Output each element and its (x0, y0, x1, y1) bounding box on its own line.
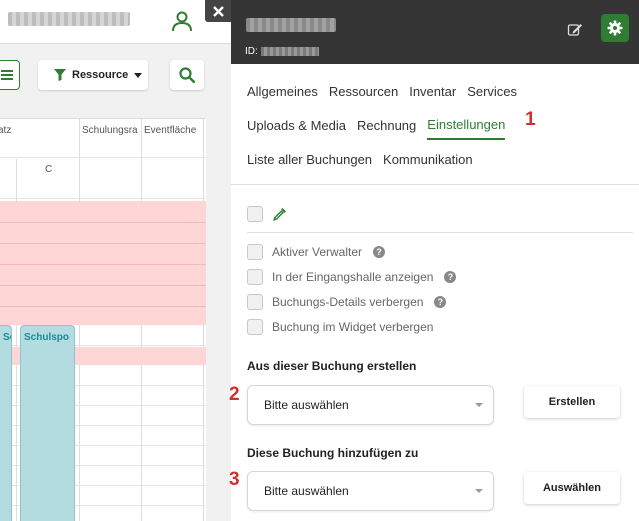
checkbox-box[interactable] (247, 269, 263, 285)
booking-id-label: ID: (245, 46, 258, 57)
annotation-marker-2: 2 (229, 384, 240, 405)
checkbox-aktiver-verwalter[interactable]: Aktiver Verwalter ? (247, 243, 386, 261)
close-icon (212, 5, 224, 17)
search-icon (179, 67, 195, 83)
help-icon[interactable]: ? (373, 246, 386, 258)
sub-column-header: C (45, 164, 53, 175)
eyedropper-icon[interactable] (273, 207, 287, 221)
help-icon[interactable]: ? (444, 271, 457, 283)
color-checkbox[interactable] (247, 206, 263, 222)
column-header: Eventfläche (144, 125, 197, 136)
help-icon[interactable]: ? (434, 296, 447, 308)
panel-header: ID: (231, 0, 639, 64)
menu-button[interactable] (0, 60, 20, 90)
background-app: Ressource atz Schulungsra Eventfläche C (0, 0, 231, 521)
caret-down-icon (475, 489, 483, 493)
blurred-booking-id (261, 47, 319, 56)
create-button[interactable]: Erstellen (524, 386, 620, 418)
add-to-select[interactable]: Bitte auswählen (247, 471, 494, 511)
checkbox-label: Buchungs-Details verbergen (272, 295, 424, 309)
select-value: Bitte auswählen (264, 398, 349, 412)
hamburger-icon (1, 70, 13, 80)
grid-row-line (0, 198, 206, 199)
create-section-title: Aus dieser Buchung erstellen (247, 359, 417, 373)
tab-kommunikation[interactable]: Kommunikation (383, 146, 473, 173)
add-section-title: Diese Buchung hinzufügen zu (247, 446, 419, 460)
create-from-select[interactable]: Bitte auswählen (247, 385, 494, 425)
close-panel-button[interactable] (205, 0, 231, 22)
grid-row-line (0, 157, 206, 158)
search-button[interactable] (170, 60, 204, 90)
grid-row-line (0, 306, 206, 307)
grid-row-line (0, 285, 206, 286)
select-value: Bitte auswählen (264, 484, 349, 498)
checkbox-box[interactable] (247, 319, 263, 335)
checkbox-box[interactable] (247, 294, 263, 310)
booking-block[interactable]: Schulspo (20, 325, 75, 521)
panel-tabs: Allgemeines Ressourcen Inventar Services… (247, 74, 627, 176)
booking-detail-panel: ID: Allgemeines Ressourcen Inventar Serv… (229, 0, 639, 521)
column-header: Schulungsra (82, 125, 138, 136)
divider (247, 232, 633, 233)
blurred-booking-title (246, 18, 336, 32)
select-button[interactable]: Auswählen (524, 472, 620, 504)
grid-row-line (0, 243, 206, 244)
grid-row-line (0, 264, 206, 265)
tab-row: Liste aller Buchungen Kommunikation (247, 142, 627, 176)
tab-rechnung[interactable]: Rechnung (357, 112, 416, 139)
divider (231, 184, 639, 185)
tab-inventar[interactable]: Inventar (409, 78, 456, 105)
blurred-title (8, 12, 130, 26)
tab-row: Uploads & Media Rechnung Einstellungen (247, 108, 627, 142)
background-topbar (0, 0, 231, 44)
background-toolbar: Ressource (0, 44, 206, 118)
booking-label: Schulspo (24, 332, 70, 343)
caret-down-icon (134, 72, 143, 78)
calendar-grid: atz Schulungsra Eventfläche C Schulspo S… (0, 118, 206, 521)
checkbox-label: Buchung im Widget verbergen (272, 320, 434, 334)
caret-down-icon (475, 403, 483, 407)
tab-allgemeines[interactable]: Allgemeines (247, 78, 318, 105)
color-setting-row (247, 204, 287, 224)
settings-button[interactable] (601, 14, 629, 42)
tab-einstellungen[interactable]: Einstellungen (427, 111, 506, 140)
tab-uploads-media[interactable]: Uploads & Media (247, 112, 346, 139)
tab-ressourcen[interactable]: Ressourcen (329, 78, 398, 105)
checkbox-eingangshalle[interactable]: In der Eingangshalle anzeigen ? (247, 268, 457, 286)
annotation-marker-1: 1 (525, 109, 536, 130)
booking-block[interactable]: Schulspo (0, 325, 12, 521)
checkbox-widget-verbergen[interactable]: Buchung im Widget verbergen (247, 318, 433, 336)
annotation-marker-3: 3 (229, 469, 240, 490)
resource-filter-button[interactable]: Ressource (38, 60, 148, 90)
checkbox-box[interactable] (247, 244, 263, 260)
tab-liste-aller-buchungen[interactable]: Liste aller Buchungen (247, 146, 372, 173)
grid-row-line (0, 222, 206, 223)
tab-services[interactable]: Services (467, 78, 517, 105)
resource-filter-label: Ressource (72, 69, 129, 81)
checkbox-label: In der Eingangshalle anzeigen (272, 270, 434, 284)
filter-icon (54, 69, 66, 81)
user-icon[interactable] (171, 10, 193, 32)
tab-row: Allgemeines Ressourcen Inventar Services (247, 74, 627, 108)
checkbox-buchungs-details[interactable]: Buchungs-Details verbergen ? (247, 293, 447, 311)
edit-icon[interactable] (567, 22, 583, 38)
column-header: atz (0, 125, 12, 136)
checkbox-label: Aktiver Verwalter (272, 245, 363, 259)
gear-icon (607, 20, 623, 36)
booking-label: Schulspo (3, 332, 11, 343)
